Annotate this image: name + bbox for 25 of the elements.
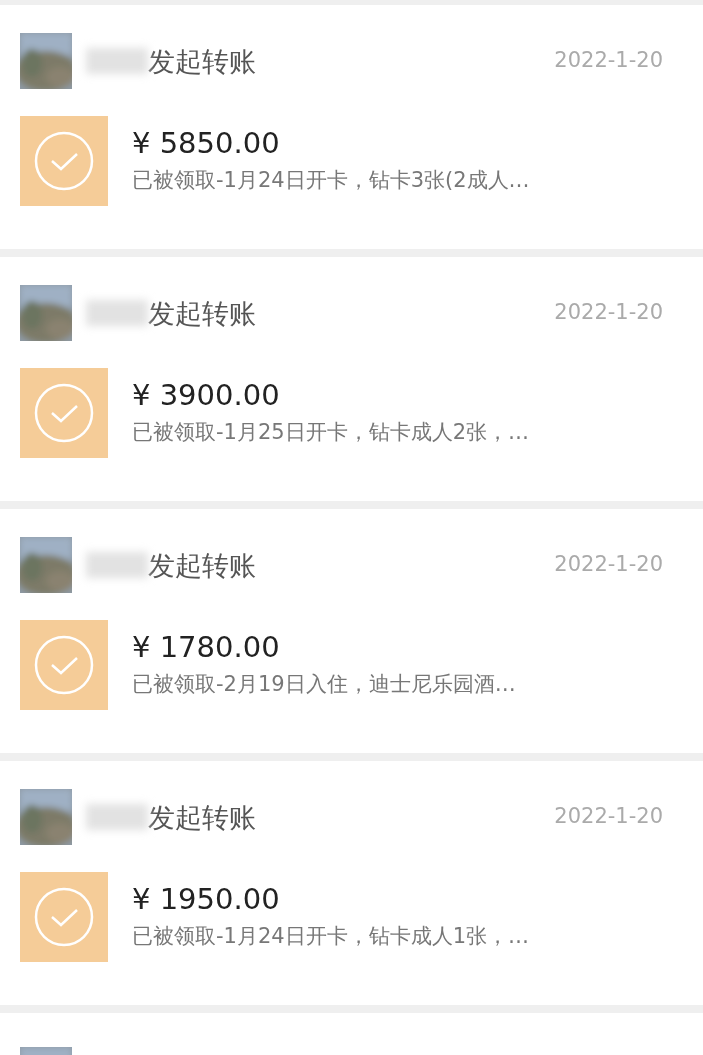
- transfer-note: 已被领取-2月19日入住，迪士尼乐园酒…: [132, 670, 516, 698]
- amount: ¥ 3900.00: [132, 377, 281, 413]
- redacted-name: [86, 48, 148, 74]
- redacted-name: [86, 552, 148, 578]
- transfer-title: 发起转账: [148, 803, 256, 831]
- transfer-title: 发起转账: [148, 47, 256, 75]
- transfer-note: 已被领取-1月25日开卡，钻卡成人2张，…: [132, 418, 530, 446]
- transfer-note: 已被领取-1月24日开卡，钻卡成人1张，…: [132, 922, 530, 950]
- transfer-card[interactable]: 发起转账 2022-1-20 ¥ 3900.00 已被领取-1月25日开卡，钻卡成人2张，…: [0, 257, 703, 501]
- transfer-note: 已被领取-1月24日开卡，钻卡3张(2成人…: [132, 166, 530, 194]
- redacted-name: [86, 804, 148, 830]
- amount: ¥ 1950.00: [132, 881, 281, 917]
- transfer-card[interactable]: 发起转账 2022-1-20 ¥ 1780.00 已被领取-2月19日入住，迪士尼乐园酒…: [0, 509, 703, 753]
- transfer-title: 发起转账: [148, 299, 256, 327]
- transfer-title: 发起转账: [148, 551, 256, 579]
- transfer-date: 2022-1-20: [554, 299, 663, 327]
- transfer-date: 2022-1-20: [554, 47, 663, 75]
- amount: ¥ 5850.00: [132, 125, 281, 161]
- transfer-card[interactable]: [0, 1013, 703, 1055]
- amount: ¥ 1780.00: [132, 629, 281, 665]
- transfer-card[interactable]: 发起转账 2022-1-20 ¥ 1950.00 已被领取-1月24日开卡，钻卡成人1张，…: [0, 761, 703, 1005]
- transfer-date: 2022-1-20: [554, 803, 663, 831]
- transfer-card[interactable]: 发起转账 2022-1-20 ¥ 5850.00 已被领取-1月24日开卡，钻卡3张(2成人…: [0, 5, 703, 249]
- transfer-date: 2022-1-20: [554, 551, 663, 579]
- redacted-name: [86, 300, 148, 326]
